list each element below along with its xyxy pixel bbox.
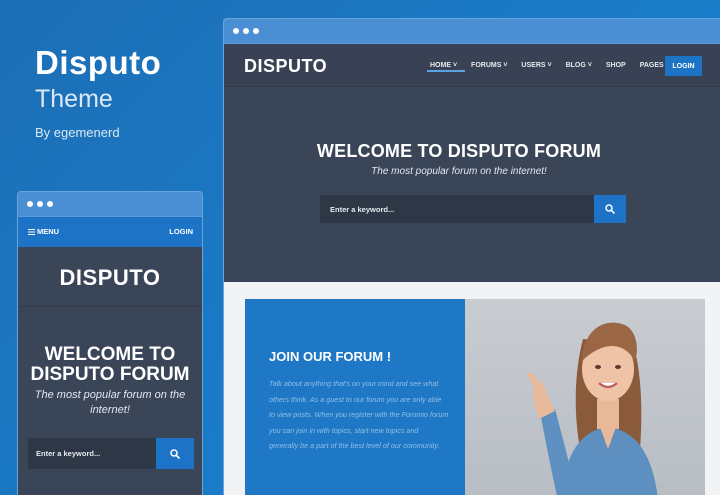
mobile-window: MENU LOGIN DISPUTO WELCOME TO DISPUTO FO… xyxy=(17,191,203,495)
mobile-search-button[interactable] xyxy=(156,438,194,469)
window-dot xyxy=(47,201,53,207)
search-icon xyxy=(605,204,615,214)
promo-author: By egemenerd xyxy=(35,125,120,140)
join-forum-panel: JOIN OUR FORUM ! Talk about anything tha… xyxy=(245,299,467,495)
window-dot xyxy=(37,201,43,207)
login-button[interactable]: LOGIN xyxy=(665,56,702,76)
promo-title: Disputo xyxy=(35,44,162,81)
hero-section: WELCOME TO DISPUTO FORUM The most popula… xyxy=(224,87,720,282)
mobile-hero-subtitle: The most popular forum on the internet! xyxy=(34,389,186,416)
mobile-menu-label: MENU xyxy=(37,227,60,236)
window-dot xyxy=(233,28,239,34)
mobile-site-logo[interactable]: DISPUTO xyxy=(18,265,202,291)
main-menu: HOME ˅ FORUMS ˅ USERS ˅ BLOG ˅ SHOP PAGE… xyxy=(430,62,670,69)
join-text: Talk about anything that's on your mind … xyxy=(269,379,449,450)
active-menu-indicator xyxy=(427,70,465,72)
mobile-hero-title: WELCOME TO DISPUTO FORUM xyxy=(30,344,190,385)
hero-subtitle: The most popular forum on the internet! xyxy=(371,166,547,177)
promo-subtitle: Theme xyxy=(35,85,113,113)
mobile-logo-area: DISPUTO xyxy=(18,247,202,307)
mobile-window-bar xyxy=(18,192,202,217)
desktop-navbar: DISPUTO HOME ˅ FORUMS ˅ USERS ˅ BLOG ˅ S… xyxy=(224,44,720,87)
search-icon xyxy=(170,448,180,459)
menu-item-shop[interactable]: SHOP xyxy=(606,62,626,69)
mobile-menu-button[interactable]: MENU xyxy=(28,227,59,236)
hero-photo xyxy=(465,299,705,495)
window-dot xyxy=(253,28,259,34)
mobile-navbar: MENU LOGIN xyxy=(18,217,202,247)
window-dot xyxy=(27,201,33,207)
woman-pointing-illustration xyxy=(527,322,658,495)
mobile-login-button[interactable]: LOGIN xyxy=(169,227,193,236)
menu-item-users[interactable]: USERS ˅ xyxy=(521,62,551,69)
promo-block: Disputo Theme By egemenerd xyxy=(35,44,161,140)
menu-item-forums[interactable]: FORUMS ˅ xyxy=(471,62,507,69)
window-dot xyxy=(243,28,249,34)
desktop-window: DISPUTO HOME ˅ FORUMS ˅ USERS ˅ BLOG ˅ S… xyxy=(223,18,720,495)
join-title: JOIN OUR FORUM ! xyxy=(269,349,392,364)
menu-item-home[interactable]: HOME ˅ xyxy=(430,62,457,69)
menu-item-blog[interactable]: BLOG ˅ xyxy=(566,62,592,69)
site-logo[interactable]: DISPUTO xyxy=(244,56,327,77)
search-button[interactable] xyxy=(594,195,626,223)
hero-title: WELCOME TO DISPUTO FORUM xyxy=(316,141,602,161)
mobile-search-input[interactable]: Enter a keyword... xyxy=(28,438,156,469)
desktop-window-bar xyxy=(224,19,720,44)
hamburger-icon xyxy=(28,228,35,235)
search-input[interactable]: Enter a keyword... xyxy=(320,195,594,223)
